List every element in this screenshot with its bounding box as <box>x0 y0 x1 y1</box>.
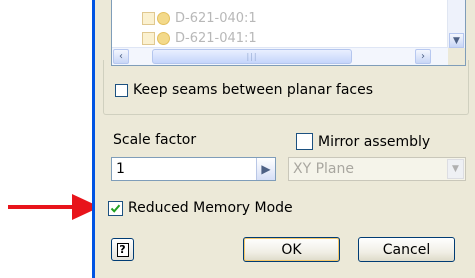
status-icon <box>157 31 170 45</box>
tree-item[interactable]: D-621-041:1 <box>142 30 257 46</box>
keep-seams-checkbox-row[interactable]: Keep seams between planar faces <box>115 82 373 98</box>
mirror-assembly-label: Mirror assembly <box>318 133 431 150</box>
keep-seams-label: Keep seams between planar faces <box>133 82 374 98</box>
status-icon <box>157 11 170 25</box>
reduced-memory-checkbox-row[interactable]: Reduced Memory Mode <box>108 200 293 216</box>
checkmark-icon <box>110 204 121 213</box>
vertical-scrollbar[interactable]: ▼ <box>447 0 465 49</box>
scroll-down-icon[interactable]: ▼ <box>449 33 464 48</box>
chevron-right-icon[interactable]: ▶ <box>256 158 275 180</box>
mirror-assembly-checkbox-row[interactable]: Mirror assembly <box>296 133 430 150</box>
component-tree[interactable]: D-621-040:1 D-621-041:1 ▼ ‹ ||| › <box>111 0 466 66</box>
tree-item[interactable]: D-621-040:1 <box>142 10 257 26</box>
component-icon <box>142 11 155 25</box>
help-button[interactable]: ? <box>111 238 134 261</box>
scale-factor-value: 1 <box>116 161 125 177</box>
reduced-memory-checkbox[interactable] <box>108 200 123 216</box>
help-icon: ? <box>116 242 129 257</box>
keep-seams-checkbox[interactable] <box>115 83 128 97</box>
reduced-memory-label: Reduced Memory Mode <box>128 200 293 216</box>
chevron-down-icon: ▼ <box>447 159 464 179</box>
mirror-plane-select: XY Plane ▼ <box>288 157 466 181</box>
scale-factor-input[interactable]: 1 <box>111 157 276 181</box>
component-icon <box>142 31 155 45</box>
ok-button[interactable]: OK <box>243 237 340 262</box>
annotation-arrow-icon <box>8 194 100 220</box>
mirror-plane-value: XY Plane <box>293 161 354 177</box>
mirror-assembly-checkbox[interactable] <box>296 133 313 150</box>
scale-factor-label: Scale factor <box>113 132 197 148</box>
export-options-dialog: D-621-040:1 D-621-041:1 ▼ ‹ ||| › Keep s… <box>92 0 475 278</box>
tree-item-label: D-621-040:1 <box>175 10 257 26</box>
tree-item-label: D-621-041:1 <box>175 30 257 46</box>
cancel-button[interactable]: Cancel <box>358 237 455 262</box>
